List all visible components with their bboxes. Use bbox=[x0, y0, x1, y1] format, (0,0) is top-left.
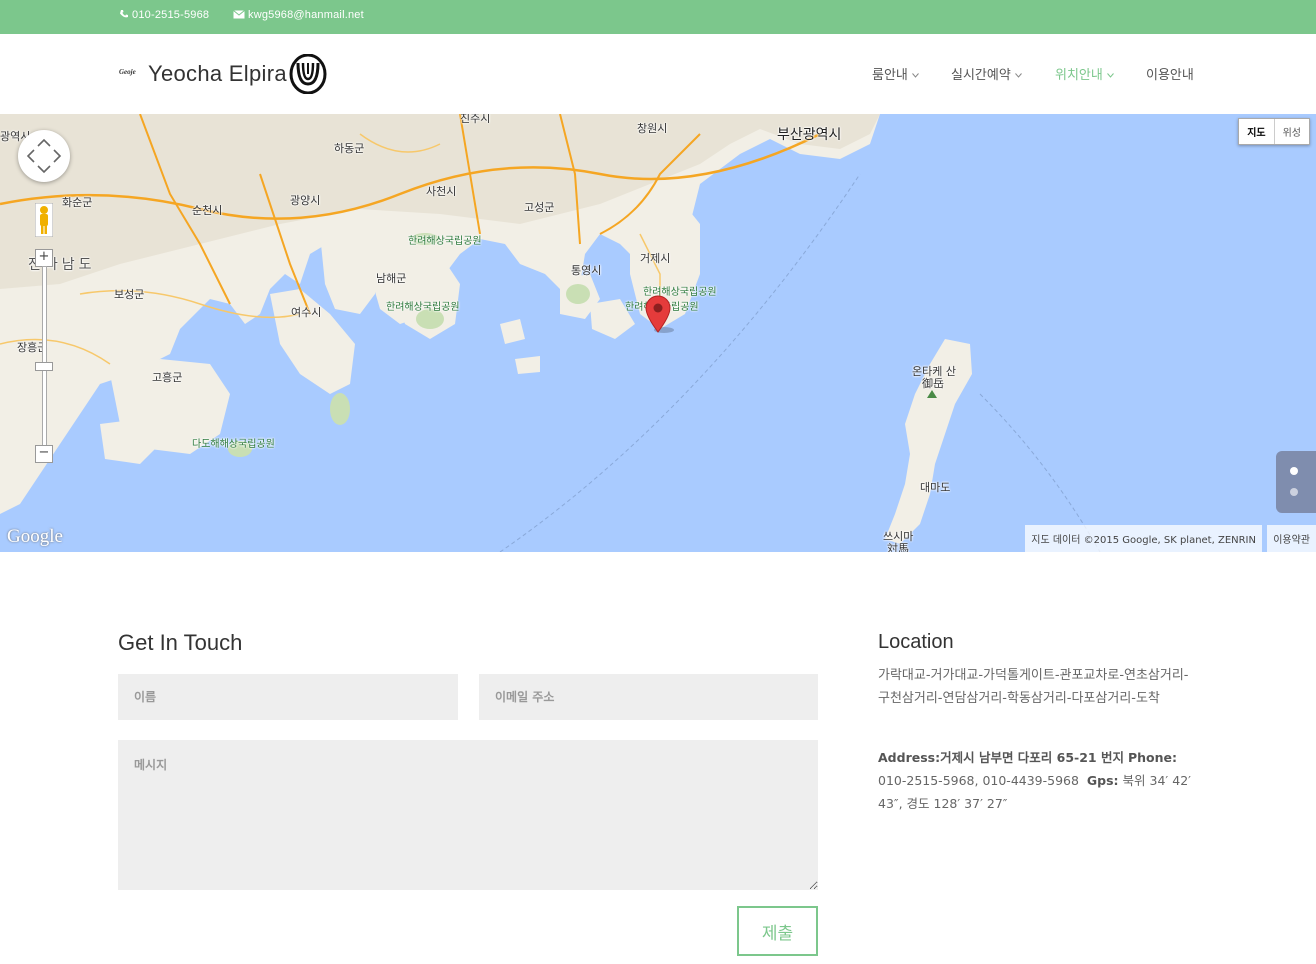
map-label-dado-park: 다도해해상국립공원 bbox=[192, 439, 275, 450]
slider-dot-active[interactable] bbox=[1290, 467, 1298, 475]
logo-mark-icon[interactable] bbox=[289, 54, 327, 94]
site-header: Geoje Yeocha Elpira 룸안내 실시간예약 위치안내 이용안내 bbox=[0, 34, 1316, 115]
map-label-yeosu: 여수시 bbox=[291, 306, 322, 319]
logo-text[interactable]: Yeocha Elpira bbox=[148, 61, 287, 87]
map-label-geoje: 거제시 bbox=[640, 252, 671, 265]
location-route: 가락대교-거가대교-가덕톨게이트-관포교차로-연초삼거리-구천삼거리-연담삼거리… bbox=[878, 668, 1189, 706]
nav-item-label: 실시간예약 bbox=[951, 68, 1011, 83]
map-label-tsushima-kanji: 対馬 bbox=[887, 542, 909, 552]
map-terms-link[interactable]: 이용약관 bbox=[1267, 525, 1316, 552]
topbar-email[interactable]: kwg5968@hanmail.net bbox=[233, 9, 364, 21]
map-label-park: 한려해상국립공원 bbox=[408, 236, 482, 247]
pan-arrows-icon bbox=[26, 138, 62, 174]
phone-icon bbox=[120, 10, 128, 18]
chevron-down-icon bbox=[1014, 73, 1022, 78]
zoom-slider-track[interactable] bbox=[42, 266, 47, 446]
chevron-down-icon bbox=[912, 73, 919, 78]
message-textarea[interactable] bbox=[118, 740, 818, 890]
topbar-phone[interactable]: 010-2515-5968 bbox=[119, 9, 209, 21]
address-value: 거제시 남부면 다포리 65-21 번지 bbox=[940, 750, 1124, 765]
map-label-tongyeong: 통영시 bbox=[571, 264, 602, 277]
pan-control[interactable] bbox=[18, 130, 70, 182]
map-label-suncheon: 순천시 bbox=[192, 204, 223, 217]
map-label-hadong: 하동군 bbox=[334, 142, 365, 155]
mountain-icon bbox=[927, 390, 937, 398]
nav-item-label: 위치안내 bbox=[1055, 68, 1103, 83]
slider-dot[interactable] bbox=[1290, 488, 1298, 496]
submit-button[interactable]: 제출 bbox=[737, 906, 818, 956]
nav-item-reservation[interactable]: 실시간예약 bbox=[951, 64, 1022, 83]
zoom-in-button[interactable]: + bbox=[35, 249, 53, 267]
map-label-gwangyang: 광양시 bbox=[290, 194, 321, 207]
top-bar: 010-2515-5968 kwg5968@hanmail.net bbox=[0, 0, 1316, 34]
slider-dots bbox=[1276, 451, 1316, 513]
location-marker-icon[interactable] bbox=[642, 292, 676, 334]
map-label-jinju: 진주시 bbox=[460, 114, 491, 125]
map-label-sacheon: 사천시 bbox=[426, 185, 457, 198]
map-attribution: 지도 데이터 ©2015 Google, SK planet, ZENRIN bbox=[1025, 525, 1262, 552]
nav-item-label: 이용안내 bbox=[1146, 68, 1194, 83]
map-label-hwasun: 화순군 bbox=[62, 196, 93, 209]
map-type-satellite-button[interactable]: 위성 bbox=[1275, 119, 1309, 144]
gps-label: Gps: bbox=[1086, 773, 1119, 788]
address-label: Address: bbox=[878, 750, 941, 765]
nav-item-guide[interactable]: 이용안내 bbox=[1146, 64, 1194, 83]
envelope-icon bbox=[233, 10, 245, 19]
nav-item-label: 룸안내 bbox=[872, 68, 908, 83]
phone-value: 010-2515-5968, 010-4439-5968 bbox=[878, 773, 1079, 788]
contact-title: Get In Touch bbox=[118, 630, 243, 655]
map-label-boseong: 보성군 bbox=[114, 288, 145, 301]
map-view[interactable]: 부산광역시 창원시 광역시 진주시 하동군 화순군 순천시 광양시 사천시 고성… bbox=[0, 114, 1316, 552]
location-title: Location bbox=[878, 631, 954, 653]
zoom-slider-thumb[interactable] bbox=[35, 362, 53, 371]
phone-label: Phone: bbox=[1127, 750, 1177, 765]
map-label-changwon: 창원시 bbox=[637, 122, 668, 135]
logo-small-text: Geoje bbox=[119, 68, 136, 76]
zoom-out-button[interactable]: − bbox=[35, 445, 53, 463]
map-label-goheung: 고흥군 bbox=[152, 371, 183, 384]
topbar-email-text: kwg5968@hanmail.net bbox=[248, 9, 364, 21]
email-input[interactable] bbox=[479, 674, 818, 720]
street-view-pegman-icon[interactable] bbox=[35, 203, 53, 237]
topbar-phone-text: 010-2515-5968 bbox=[132, 9, 210, 21]
map-label-goseong: 고성군 bbox=[524, 201, 555, 214]
location-info: Address:거제시 남부면 다포리 65-21 번지 Phone: 010-… bbox=[878, 746, 1208, 815]
map-label-namhae: 남해군 bbox=[376, 272, 407, 285]
google-logo[interactable]: Google bbox=[7, 526, 63, 548]
chevron-down-icon bbox=[1106, 73, 1114, 78]
nav-item-rooms[interactable]: 룸안내 bbox=[872, 64, 919, 83]
map-label-park: 한려해상국립공원 bbox=[386, 302, 460, 313]
map-type-map-button[interactable]: 지도 bbox=[1239, 119, 1275, 144]
name-input[interactable] bbox=[118, 674, 458, 720]
nav-item-location[interactable]: 위치안내 bbox=[1055, 64, 1114, 83]
map-type-control: 지도 위성 bbox=[1238, 118, 1310, 145]
map-label-otake-kanji: 御岳 bbox=[922, 377, 944, 390]
map-label-daemado: 대마도 bbox=[920, 481, 951, 494]
map-label-busan: 부산광역시 bbox=[777, 127, 842, 143]
